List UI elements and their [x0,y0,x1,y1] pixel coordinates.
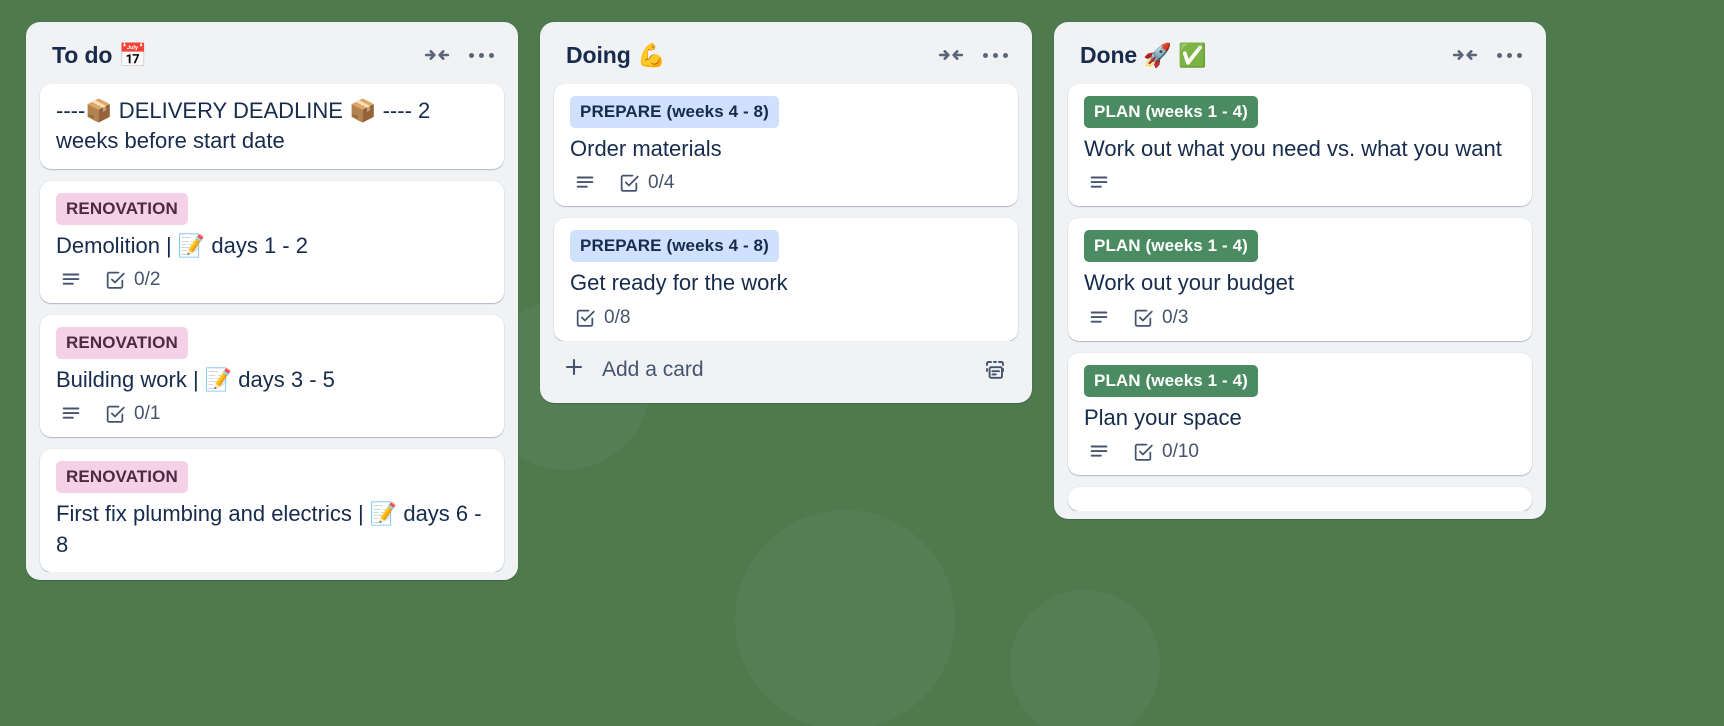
description-icon [60,403,82,425]
description-icon [1088,441,1110,463]
card-list: PREPARE (weeks 4 - 8) Order materials 0/4 P… [540,84,1032,341]
badge-text: 0/10 [1162,441,1199,463]
card[interactable]: RENOVATION First fix plumbing and electri… [40,449,504,573]
ellipsis-icon [1496,52,1522,58]
checklist-icon: 0/4 [618,172,674,194]
description-icon [574,172,596,194]
description-icon [60,269,82,291]
kanban-board: To do 📅 ----📦 DELIVERY DEADLINE 📦 ---- 2 … [0,0,1724,726]
add-card-button[interactable]: Add a card [562,355,964,385]
card-label[interactable]: RENOVATION [56,192,188,225]
card-label[interactable]: PREPARE (weeks 4 - 8) [570,230,779,263]
card-label[interactable]: RENOVATION [56,461,188,494]
description-icon [60,403,82,425]
card[interactable]: RENOVATION Demolition | 📝 days 1 - 2 0/2 [40,180,504,304]
collapse-list-icon[interactable] [934,40,968,70]
card-badges: 0/8 [570,307,1004,329]
card-badges: 0/1 [56,403,490,425]
description-icon [1088,307,1110,329]
badge-text: 0/2 [134,269,161,291]
checklist-icon [104,403,126,425]
card[interactable]: RENOVATION Building work | 📝 days 3 - 5 0/… [40,315,504,438]
card-title: ----📦 DELIVERY DEADLINE 📦 ---- 2 weeks b… [56,98,431,154]
description-icon [1088,172,1110,194]
add-card-label: Add a card [602,357,704,381]
badge-text: 0/3 [1162,306,1189,328]
card-title: Demolition | 📝 days 1 - 2 [56,232,308,258]
card[interactable]: PREPARE (weeks 4 - 8) Get ready for the w… [554,218,1018,341]
card[interactable]: PLAN (weeks 1 - 4) Work out your budget 0/… [1068,218,1532,341]
checklist-icon: 0/8 [574,307,630,329]
plus-icon [562,355,586,385]
checklist-icon: 0/2 [104,269,160,291]
badge-text: 0/4 [648,172,675,194]
checklist-icon [618,172,640,194]
collapse-list-icon[interactable] [420,40,454,70]
list-column: Doing 💪 PREPARE (weeks 4 - 8) Order materi… [540,22,1032,403]
card-badges: 0/10 [1084,441,1518,463]
description-icon [1088,441,1110,463]
checklist-icon [574,307,596,329]
description-icon [574,172,596,194]
badge-text: 0/1 [134,403,161,425]
card-label[interactable]: PREPARE (weeks 4 - 8) [570,96,779,128]
description-icon [1088,172,1110,194]
checklist-icon: 0/3 [1132,307,1188,329]
card-title: Work out what you need vs. what you want [1084,136,1502,161]
list-column: To do 📅 ----📦 DELIVERY DEADLINE 📦 ---- 2 … [26,22,518,581]
description-icon [60,269,82,291]
card-title: Building work | 📝 days 3 - 5 [56,367,335,393]
card-badges: 0/4 [570,172,1004,194]
card-badges [1084,172,1518,194]
card-title: Order materials [570,136,722,161]
ellipsis-icon [468,52,494,58]
card-label[interactable]: PLAN (weeks 1 - 4) [1084,364,1258,397]
badge-text: 0/8 [604,306,631,328]
card[interactable]: PLAN (weeks 1 - 4) Work out what you need… [1068,84,1532,207]
card-label[interactable]: RENOVATION [56,327,188,360]
card-title: First fix plumbing and electrics | 📝 day… [56,501,482,557]
checklist-icon [1132,307,1154,329]
list-header: Doing 💪 [540,22,1032,84]
card-title: Get ready for the work [570,270,788,296]
card-list: PLAN (weeks 1 - 4) Work out what you need… [1054,84,1546,512]
ellipsis-icon [982,52,1008,58]
list-title[interactable]: To do 📅 [52,42,410,69]
card-title: Plan your space [1084,404,1242,430]
card-title: Work out your budget [1084,270,1294,296]
list-actions-icon[interactable] [1492,40,1526,70]
card-template-icon[interactable] [980,355,1010,385]
list-header: Done 🚀 ✅ [1054,22,1546,84]
card[interactable]: ----📦 DELIVERY DEADLINE 📦 ---- 2 weeks b… [40,84,504,169]
card-list: ----📦 DELIVERY DEADLINE 📦 ---- 2 weeks b… [26,84,518,573]
list-title[interactable]: Done 🚀 ✅ [1080,42,1438,69]
collapse-list-icon[interactable] [1448,40,1482,70]
card-badges: 0/3 [1084,307,1518,329]
list-actions-icon[interactable] [978,40,1012,70]
card-label[interactable]: PLAN (weeks 1 - 4) [1084,230,1258,263]
description-icon [1088,307,1110,329]
list-title[interactable]: Doing 💪 [566,42,924,69]
card-label[interactable]: PLAN (weeks 1 - 4) [1084,96,1258,128]
list-actions-icon[interactable] [464,40,498,70]
checklist-icon: 0/1 [104,403,160,425]
list-header: To do 📅 [26,22,518,84]
checklist-icon: 0/10 [1132,441,1199,463]
card[interactable] [1068,487,1532,512]
card-badges: 0/2 [56,269,490,291]
checklist-icon [104,269,126,291]
checklist-icon [1132,441,1154,463]
card[interactable]: PREPARE (weeks 4 - 8) Order materials 0/4 [554,84,1018,207]
list-column: Done 🚀 ✅ PLAN (weeks 1 - 4) Work out what … [1054,22,1546,520]
add-card-row: Add a card [540,341,1032,395]
card[interactable]: PLAN (weeks 1 - 4) Plan your space 0/10 [1068,352,1532,476]
